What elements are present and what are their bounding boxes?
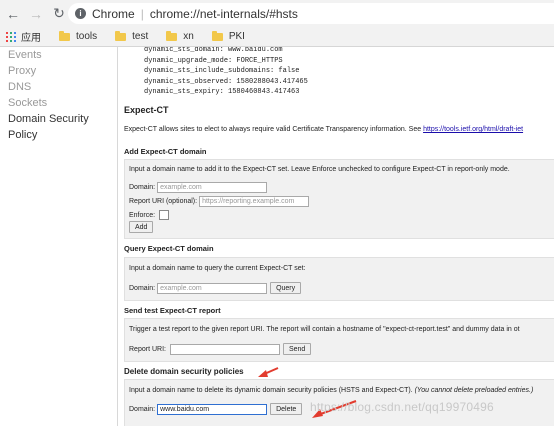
delete-domain-row: Domain: www.baidu.com Delete	[129, 403, 303, 415]
query-ct-domain-row: Domain: example.com Query	[129, 282, 302, 294]
delete-button[interactable]: Delete	[270, 403, 303, 415]
bookmarks-bar: 应用 tools test xn PKI	[0, 27, 554, 47]
expect-ct-draft-link[interactable]: https://tools.ietf.org/html/draft-iet	[423, 126, 523, 133]
result-line: dynamic_sts_observed: 1580288043.417465	[144, 77, 308, 86]
add-ct-enforce-row: Enforce:	[129, 210, 170, 220]
bookmark-folder-label: xn	[183, 31, 194, 42]
net-internals-sidebar: Events Proxy DNS Sockets Domain Security…	[0, 47, 118, 426]
add-ct-heading: Add Expect-CT domain	[124, 147, 207, 156]
expect-ct-desc-text: Expect-CT allows sites to elect to alway…	[124, 126, 424, 133]
address-bar[interactable]: i Chrome | chrome://net-internals/#hsts	[68, 3, 554, 24]
apps-label: 应用	[21, 33, 41, 44]
send-ct-report-label: Report URI:	[129, 345, 166, 353]
result-line: dynamic_sts_domain: www.baidu.com	[144, 47, 283, 54]
delete-desc-text: Input a domain name to delete its dynami…	[129, 387, 413, 394]
origin-separator: |	[140, 6, 144, 21]
result-line: dynamic_sts_expiry: 1580460843.417463	[144, 88, 300, 97]
add-ct-report-row: Report URI (optional): https://reporting…	[129, 196, 310, 207]
add-ct-button-row: Add	[129, 221, 154, 233]
query-ct-heading: Query Expect-CT domain	[124, 244, 214, 253]
query-ct-domain-input[interactable]: example.com	[157, 282, 268, 294]
add-ct-report-label: Report URI (optional):	[129, 198, 198, 205]
apps-bookmark[interactable]: 应用	[6, 29, 41, 44]
add-ct-domain-input[interactable]: example.com	[157, 182, 268, 193]
folder-icon	[59, 30, 70, 41]
send-button[interactable]: Send	[282, 343, 312, 355]
query-button[interactable]: Query	[270, 282, 302, 294]
result-line: dynamic_upgrade_mode: FORCE_HTTPS	[144, 56, 283, 65]
bookmark-folder-pki[interactable]: PKI	[211, 30, 245, 42]
reload-icon[interactable]: ↻	[49, 4, 69, 24]
add-ct-enforce-label: Enforce:	[129, 211, 156, 219]
watermark: https://blog.csdn.net/qq19970496	[310, 400, 494, 414]
send-ct-panel	[124, 318, 554, 362]
delete-desc-note: (You cannot delete preloaded entries.)	[414, 387, 534, 394]
query-ct-domain-label: Domain:	[129, 284, 156, 292]
query-ct-panel	[124, 257, 554, 301]
send-ct-report-row: Report URI: Send	[129, 343, 312, 355]
sts-query-result: dynamic_sts_domain: www.baidu.com dynami…	[118, 47, 308, 98]
delete-domain-label: Domain:	[129, 405, 156, 413]
add-ct-domain-row: Domain: example.com	[129, 182, 268, 193]
send-ct-report-uri-input[interactable]	[169, 343, 280, 355]
page-origin: Chrome	[92, 6, 135, 21]
sidebar-item-domain-security-policy[interactable]: Domain Security Policy	[0, 111, 117, 141]
delete-policies-heading: Delete domain security policies	[124, 367, 244, 376]
browser-toolbar: ← → ↻ i Chrome | chrome://net-internals/…	[0, 0, 554, 27]
forward-icon[interactable]: →	[26, 4, 46, 24]
add-ct-report-uri-input[interactable]: https://reporting.example.com	[199, 196, 310, 207]
enforce-checkbox[interactable]	[159, 210, 170, 220]
folder-icon	[166, 30, 178, 41]
add-ct-domain-label: Domain:	[129, 184, 156, 191]
sidebar-item-dns[interactable]: DNS	[0, 79, 117, 95]
expect-ct-description: Expect-CT allows sites to elect to alway…	[124, 126, 523, 133]
page-url[interactable]: chrome://net-internals/#hsts	[150, 7, 298, 21]
folder-icon	[211, 30, 223, 41]
bookmark-folder-label: test	[132, 31, 149, 42]
send-ct-heading: Send test Expect-CT report	[124, 306, 221, 315]
sidebar-item-sockets[interactable]: Sockets	[0, 95, 117, 111]
main-content: dynamic_sts_domain: www.baidu.com dynami…	[118, 47, 554, 426]
expect-ct-heading: Expect-CT	[124, 105, 169, 115]
add-ct-description: Input a domain name to add it to the Exp…	[129, 166, 510, 173]
apps-grid-icon	[6, 31, 16, 42]
sidebar-item-proxy[interactable]: Proxy	[0, 63, 117, 79]
folder-icon	[115, 30, 127, 41]
delete-domain-input[interactable]: www.baidu.com	[157, 403, 268, 415]
bookmark-folder-label: PKI	[228, 31, 245, 42]
back-icon[interactable]: ←	[3, 4, 23, 24]
result-line: dynamic_sts_include_subdomains: false	[144, 67, 300, 76]
bookmark-folder-test[interactable]: test	[115, 30, 149, 42]
bookmark-folder-xn[interactable]: xn	[166, 30, 194, 42]
query-ct-description: Input a domain name to query the current…	[129, 265, 306, 272]
sidebar-item-events[interactable]: Events	[0, 47, 117, 63]
add-button[interactable]: Add	[129, 221, 154, 233]
bookmark-folder-tools[interactable]: tools	[59, 30, 98, 42]
info-icon[interactable]: i	[75, 8, 86, 19]
delete-policies-description: Input a domain name to delete its dynami…	[129, 387, 533, 394]
bookmark-folder-label: tools	[76, 31, 98, 42]
send-ct-description: Trigger a test report to the given repor…	[129, 326, 520, 333]
